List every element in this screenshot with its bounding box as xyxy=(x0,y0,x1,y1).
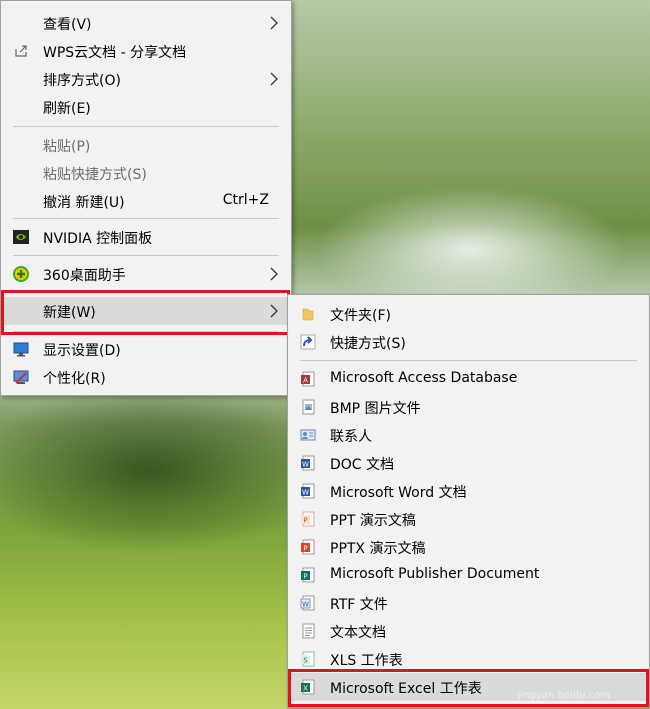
menu-item-label: 显示设置(D) xyxy=(43,343,121,359)
menu-item-view[interactable]: 查看(V) xyxy=(1,9,291,37)
submenu-item-label: DOC 文档 xyxy=(330,457,395,473)
submenu-item-label: XLS 工作表 xyxy=(330,653,403,669)
menu-item-label: 撤消 新建(U) xyxy=(43,195,125,211)
svg-text:W: W xyxy=(302,489,309,497)
bmp-icon xyxy=(302,399,315,415)
nvidia-icon xyxy=(13,230,29,244)
submenu-item-label: PPTX 演示文稿 xyxy=(330,541,426,557)
rtf-icon: W xyxy=(300,595,315,611)
folder-icon xyxy=(302,308,314,321)
highlight-box-new xyxy=(1,290,290,335)
submenu-item-label: 文本文档 xyxy=(330,625,386,641)
submenu-item-label: RTF 文件 xyxy=(330,597,388,613)
watermark: jingyan.baidu.com xyxy=(517,690,610,701)
menu-item-label: 360桌面助手 xyxy=(43,268,126,284)
access-icon: A xyxy=(301,371,315,387)
share-icon xyxy=(15,45,27,57)
submenu-item-shortcut[interactable]: 快捷方式(S) xyxy=(288,328,649,356)
submenu-item-label: Microsoft Word 文档 xyxy=(330,485,467,501)
menu-separator xyxy=(300,360,637,361)
menu-item-label: 粘贴快捷方式(S) xyxy=(43,167,147,183)
menu-separator xyxy=(13,255,279,256)
submenu-item-label: 联系人 xyxy=(330,429,372,445)
text-icon xyxy=(302,623,315,639)
submenu-item-rtf[interactable]: W RTF 文件 xyxy=(288,589,649,617)
menu-item-label: 刷新(E) xyxy=(43,101,91,117)
menu-item-paste-shortcut[interactable]: 粘贴快捷方式(S) xyxy=(1,159,291,187)
svg-text:P: P xyxy=(303,573,307,581)
menu-item-personalize[interactable]: 个性化(R) xyxy=(1,363,291,391)
svg-text:P: P xyxy=(303,545,307,553)
submenu-item-folder[interactable]: 文件夹(F) xyxy=(288,300,649,328)
new-submenu: 文件夹(F) 快捷方式(S) A Microsoft Access Databa… xyxy=(287,294,650,708)
submenu-item-label: Microsoft Access Database xyxy=(330,370,518,386)
svg-text:A: A xyxy=(303,377,308,385)
menu-item-shortcut: Ctrl+Z xyxy=(222,192,269,208)
menu-item-refresh[interactable]: 刷新(E) xyxy=(1,93,291,121)
menu-item-paste[interactable]: 粘贴(P) xyxy=(1,131,291,159)
menu-separator xyxy=(13,126,279,127)
submenu-item-publisher[interactable]: P Microsoft Publisher Document xyxy=(288,561,649,589)
ppt-icon: P xyxy=(301,511,315,527)
menu-item-display-settings[interactable]: 显示设置(D) xyxy=(1,335,291,363)
submenu-item-ppt[interactable]: P PPT 演示文稿 xyxy=(288,505,649,533)
submenu-item-label: 文件夹(F) xyxy=(330,308,391,324)
contact-icon xyxy=(300,429,316,441)
submenu-item-label: PPT 演示文稿 xyxy=(330,513,416,529)
submenu-item-bmp[interactable]: BMP 图片文件 xyxy=(288,393,649,421)
menu-item-label: NVIDIA 控制面板 xyxy=(43,231,153,247)
personalize-icon xyxy=(13,370,29,384)
submenu-item-label: Microsoft Publisher Document xyxy=(330,566,540,582)
publisher-icon: P xyxy=(301,567,315,583)
menu-item-undo-new[interactable]: 撤消 新建(U) Ctrl+Z xyxy=(1,187,291,215)
menu-item-label: WPS云文档 - 分享文档 xyxy=(43,45,187,61)
xls-icon: S xyxy=(301,651,315,667)
shortcut-icon xyxy=(300,334,316,350)
highlight-box-excel xyxy=(288,669,649,707)
360-plus-icon xyxy=(13,266,29,282)
menu-item-wps-cloud[interactable]: WPS云文档 - 分享文档 xyxy=(1,37,291,65)
svg-text:W: W xyxy=(302,461,309,469)
desktop-context-menu: 查看(V) WPS云文档 - 分享文档 排序方式(O) 刷新(E) 粘贴(P) … xyxy=(0,0,292,396)
chevron-right-icon xyxy=(270,267,278,281)
submenu-item-pptx[interactable]: P PPTX 演示文稿 xyxy=(288,533,649,561)
chevron-right-icon xyxy=(270,72,278,86)
svg-text:S: S xyxy=(303,657,308,665)
submenu-item-doc[interactable]: W DOC 文档 xyxy=(288,449,649,477)
menu-item-label: 查看(V) xyxy=(43,17,92,33)
menu-item-nvidia[interactable]: NVIDIA 控制面板 xyxy=(1,223,291,251)
svg-text:P: P xyxy=(303,517,307,525)
menu-item-label: 个性化(R) xyxy=(43,371,106,387)
menu-separator xyxy=(13,218,279,219)
menu-item-label: 粘贴(P) xyxy=(43,139,91,155)
chevron-right-icon xyxy=(270,16,278,30)
submenu-item-word[interactable]: W Microsoft Word 文档 xyxy=(288,477,649,505)
monitor-icon xyxy=(13,342,29,357)
word-icon: W xyxy=(301,455,315,471)
word-icon: W xyxy=(301,483,315,499)
submenu-item-access[interactable]: A Microsoft Access Database xyxy=(288,365,649,393)
menu-item-sort-by[interactable]: 排序方式(O) xyxy=(1,65,291,93)
svg-text:W: W xyxy=(302,601,309,609)
submenu-item-label: 快捷方式(S) xyxy=(330,336,406,352)
submenu-item-text[interactable]: 文本文档 xyxy=(288,617,649,645)
submenu-item-contact[interactable]: 联系人 xyxy=(288,421,649,449)
menu-item-label: 排序方式(O) xyxy=(43,73,121,89)
submenu-item-label: BMP 图片文件 xyxy=(330,401,421,417)
menu-item-360-assistant[interactable]: 360桌面助手 xyxy=(1,260,291,288)
ppt-icon: P xyxy=(301,539,315,555)
